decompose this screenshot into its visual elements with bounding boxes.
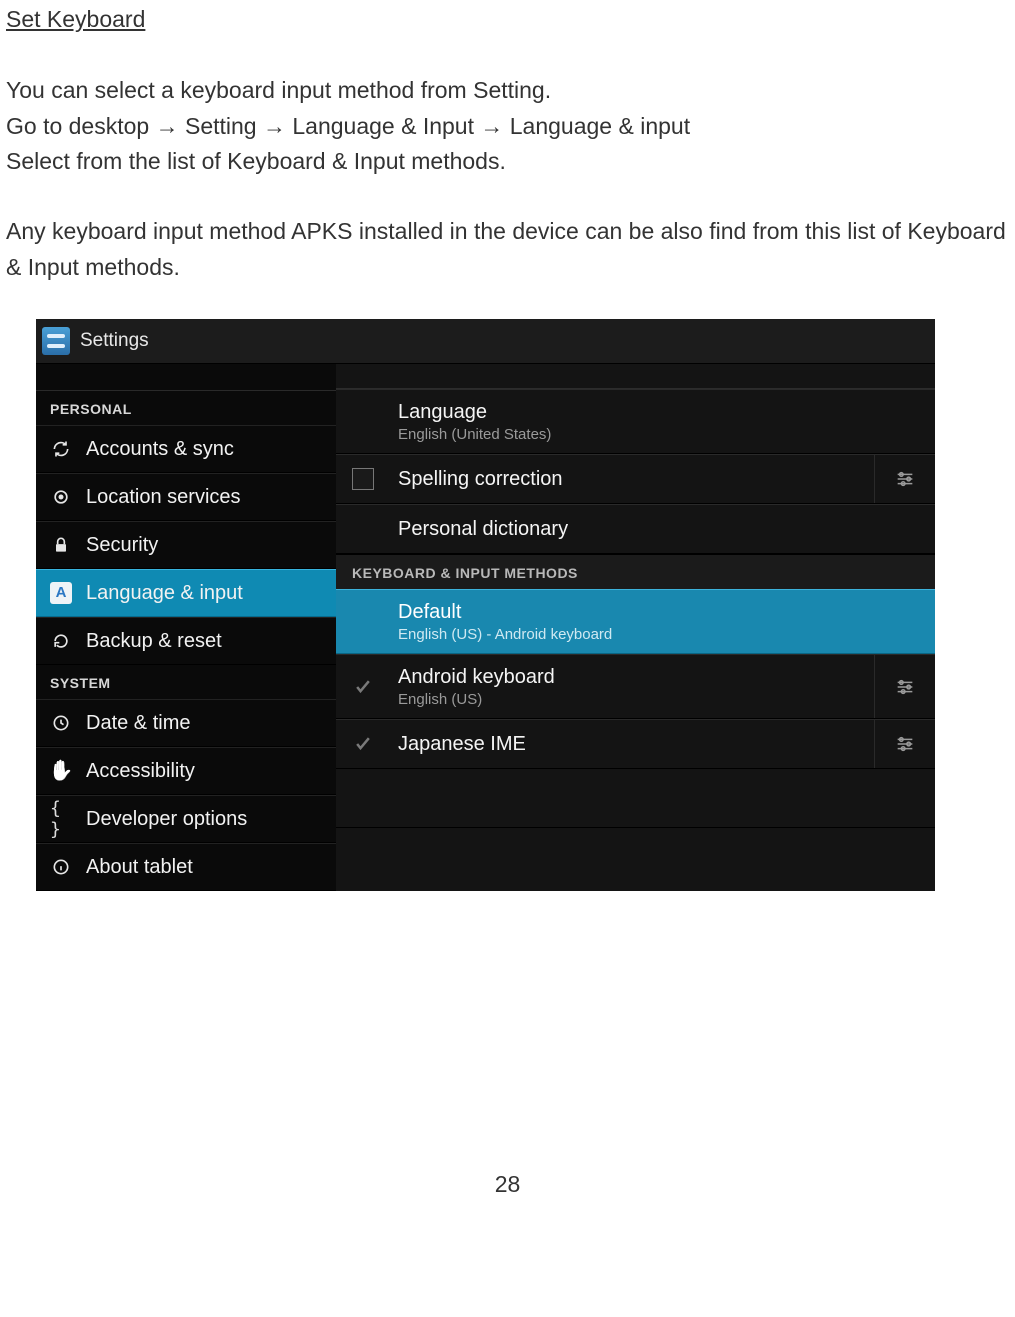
detail-row-spelling-correction[interactable]: Spelling correction xyxy=(336,454,935,504)
sidebar-item-location-services[interactable]: Location services xyxy=(36,473,336,521)
info-icon xyxy=(50,856,72,878)
developer-icon: { } xyxy=(50,808,72,830)
sidebar-item-accessibility[interactable]: ✋ Accessibility xyxy=(36,747,336,795)
language-icon xyxy=(50,582,72,604)
sidebar-item-language-input[interactable]: Language & input xyxy=(36,569,336,617)
titlebar-text: Settings xyxy=(80,330,149,352)
sliders-icon[interactable] xyxy=(874,655,935,718)
sidebar-item-label: Developer options xyxy=(86,808,247,831)
titlebar: Settings xyxy=(36,319,935,364)
sidebar-item-backup-reset[interactable]: Backup & reset xyxy=(36,617,336,665)
detail-row-title: Default xyxy=(398,600,923,624)
sidebar-header-personal: PERSONAL xyxy=(36,391,336,425)
settings-detail-pane: Language English (United States) Spellin… xyxy=(336,364,935,891)
backup-icon xyxy=(50,630,72,652)
sidebar-partial-row xyxy=(36,368,336,391)
clock-icon xyxy=(50,712,72,734)
sidebar-item-label: Backup & reset xyxy=(86,630,222,653)
detail-row-android-keyboard[interactable]: Android keyboard English (US) xyxy=(336,654,935,719)
checkbox-checked-icon[interactable] xyxy=(352,733,374,755)
sidebar-item-developer-options[interactable]: { } Developer options xyxy=(36,795,336,843)
sliders-icon[interactable] xyxy=(874,455,935,503)
detail-row-title: Spelling correction xyxy=(398,467,874,491)
detail-row-subtitle: English (US) xyxy=(398,691,874,708)
sidebar-item-accounts-sync[interactable]: Accounts & sync xyxy=(36,425,336,473)
detail-section-header-keyboard: KEYBOARD & INPUT METHODS xyxy=(336,554,935,589)
sidebar-item-label: About tablet xyxy=(86,856,193,879)
page-number: 28 xyxy=(6,1171,1009,1198)
detail-row-title: Android keyboard xyxy=(398,665,874,689)
sidebar-item-label: Security xyxy=(86,534,158,557)
detail-row-title: Personal dictionary xyxy=(398,517,923,541)
android-settings-screenshot: Settings PERSONAL Accounts & sync Locat xyxy=(36,319,935,891)
sidebar-item-label: Location services xyxy=(86,486,241,509)
detail-row-title: Language xyxy=(398,400,923,424)
sliders-icon[interactable] xyxy=(874,720,935,768)
detail-row-subtitle: English (United States) xyxy=(398,426,923,443)
detail-row-personal-dictionary[interactable]: Personal dictionary xyxy=(336,504,935,554)
section-heading: Set Keyboard xyxy=(6,6,1009,33)
sidebar-item-label: Language & input xyxy=(86,582,243,605)
checkbox-unchecked-icon[interactable] xyxy=(352,468,374,490)
accessibility-icon: ✋ xyxy=(50,760,72,782)
detail-row-default[interactable]: Default English (US) - Android keyboard xyxy=(336,589,935,654)
sidebar-item-about-tablet[interactable]: About tablet xyxy=(36,843,336,891)
detail-row-subtitle: English (US) - Android keyboard xyxy=(398,626,923,643)
note-paragraph: Any keyboard input method APKS installed… xyxy=(6,214,1009,285)
lock-icon xyxy=(50,534,72,556)
sync-icon xyxy=(50,438,72,460)
detail-row-japanese-ime[interactable]: Japanese IME xyxy=(336,719,935,769)
location-icon xyxy=(50,486,72,508)
detail-row-language[interactable]: Language English (United States) xyxy=(336,389,935,454)
sidebar-item-label: Date & time xyxy=(86,712,190,735)
sidebar-header-system: SYSTEM xyxy=(36,665,336,699)
sidebar-item-label: Accounts & sync xyxy=(86,438,234,461)
settings-sidebar: PERSONAL Accounts & sync Location servic… xyxy=(36,364,336,891)
sidebar-item-date-time[interactable]: Date & time xyxy=(36,699,336,747)
sidebar-item-security[interactable]: Security xyxy=(36,521,336,569)
checkbox-checked-icon[interactable] xyxy=(352,676,374,698)
detail-row-title: Japanese IME xyxy=(398,732,874,756)
detail-empty-row xyxy=(336,769,935,828)
detail-partial-row xyxy=(336,366,935,389)
sidebar-item-label: Accessibility xyxy=(86,760,195,783)
intro-paragraph: You can select a keyboard input method f… xyxy=(6,73,1009,180)
settings-app-icon xyxy=(42,327,70,355)
